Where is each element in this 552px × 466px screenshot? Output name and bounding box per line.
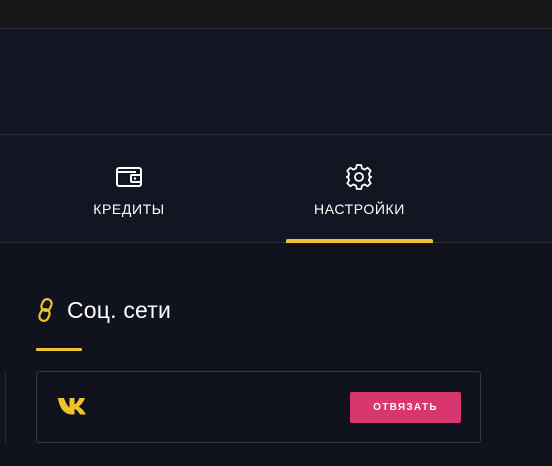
link-icon (38, 298, 53, 322)
section-title-text: Соц. сети (67, 296, 172, 323)
tab-credits-label: КРЕДИТЫ (93, 201, 165, 217)
gear-icon (345, 164, 373, 190)
header-area (0, 28, 552, 135)
tab-settings-label: НАСТРОЙКИ (314, 201, 405, 217)
tab-settings[interactable]: НАСТРОЙКИ (286, 135, 433, 242)
left-panel-edge (0, 371, 6, 443)
vk-icon (58, 398, 86, 415)
unlink-button[interactable]: ОТВЯЗАТЬ (350, 392, 461, 423)
tab-credits[interactable]: КРЕДИТЫ (62, 135, 196, 242)
settings-content: Соц. сети ОТВЯЗАТЬ (0, 243, 552, 466)
wallet-icon (116, 167, 142, 187)
section-title: Соц. сети (36, 293, 171, 327)
title-underline (36, 348, 82, 351)
top-bar (0, 0, 552, 28)
social-account-card: ОТВЯЗАТЬ (36, 371, 481, 443)
profile-tabs: КРЕДИТЫ НАСТРОЙКИ (0, 135, 552, 243)
